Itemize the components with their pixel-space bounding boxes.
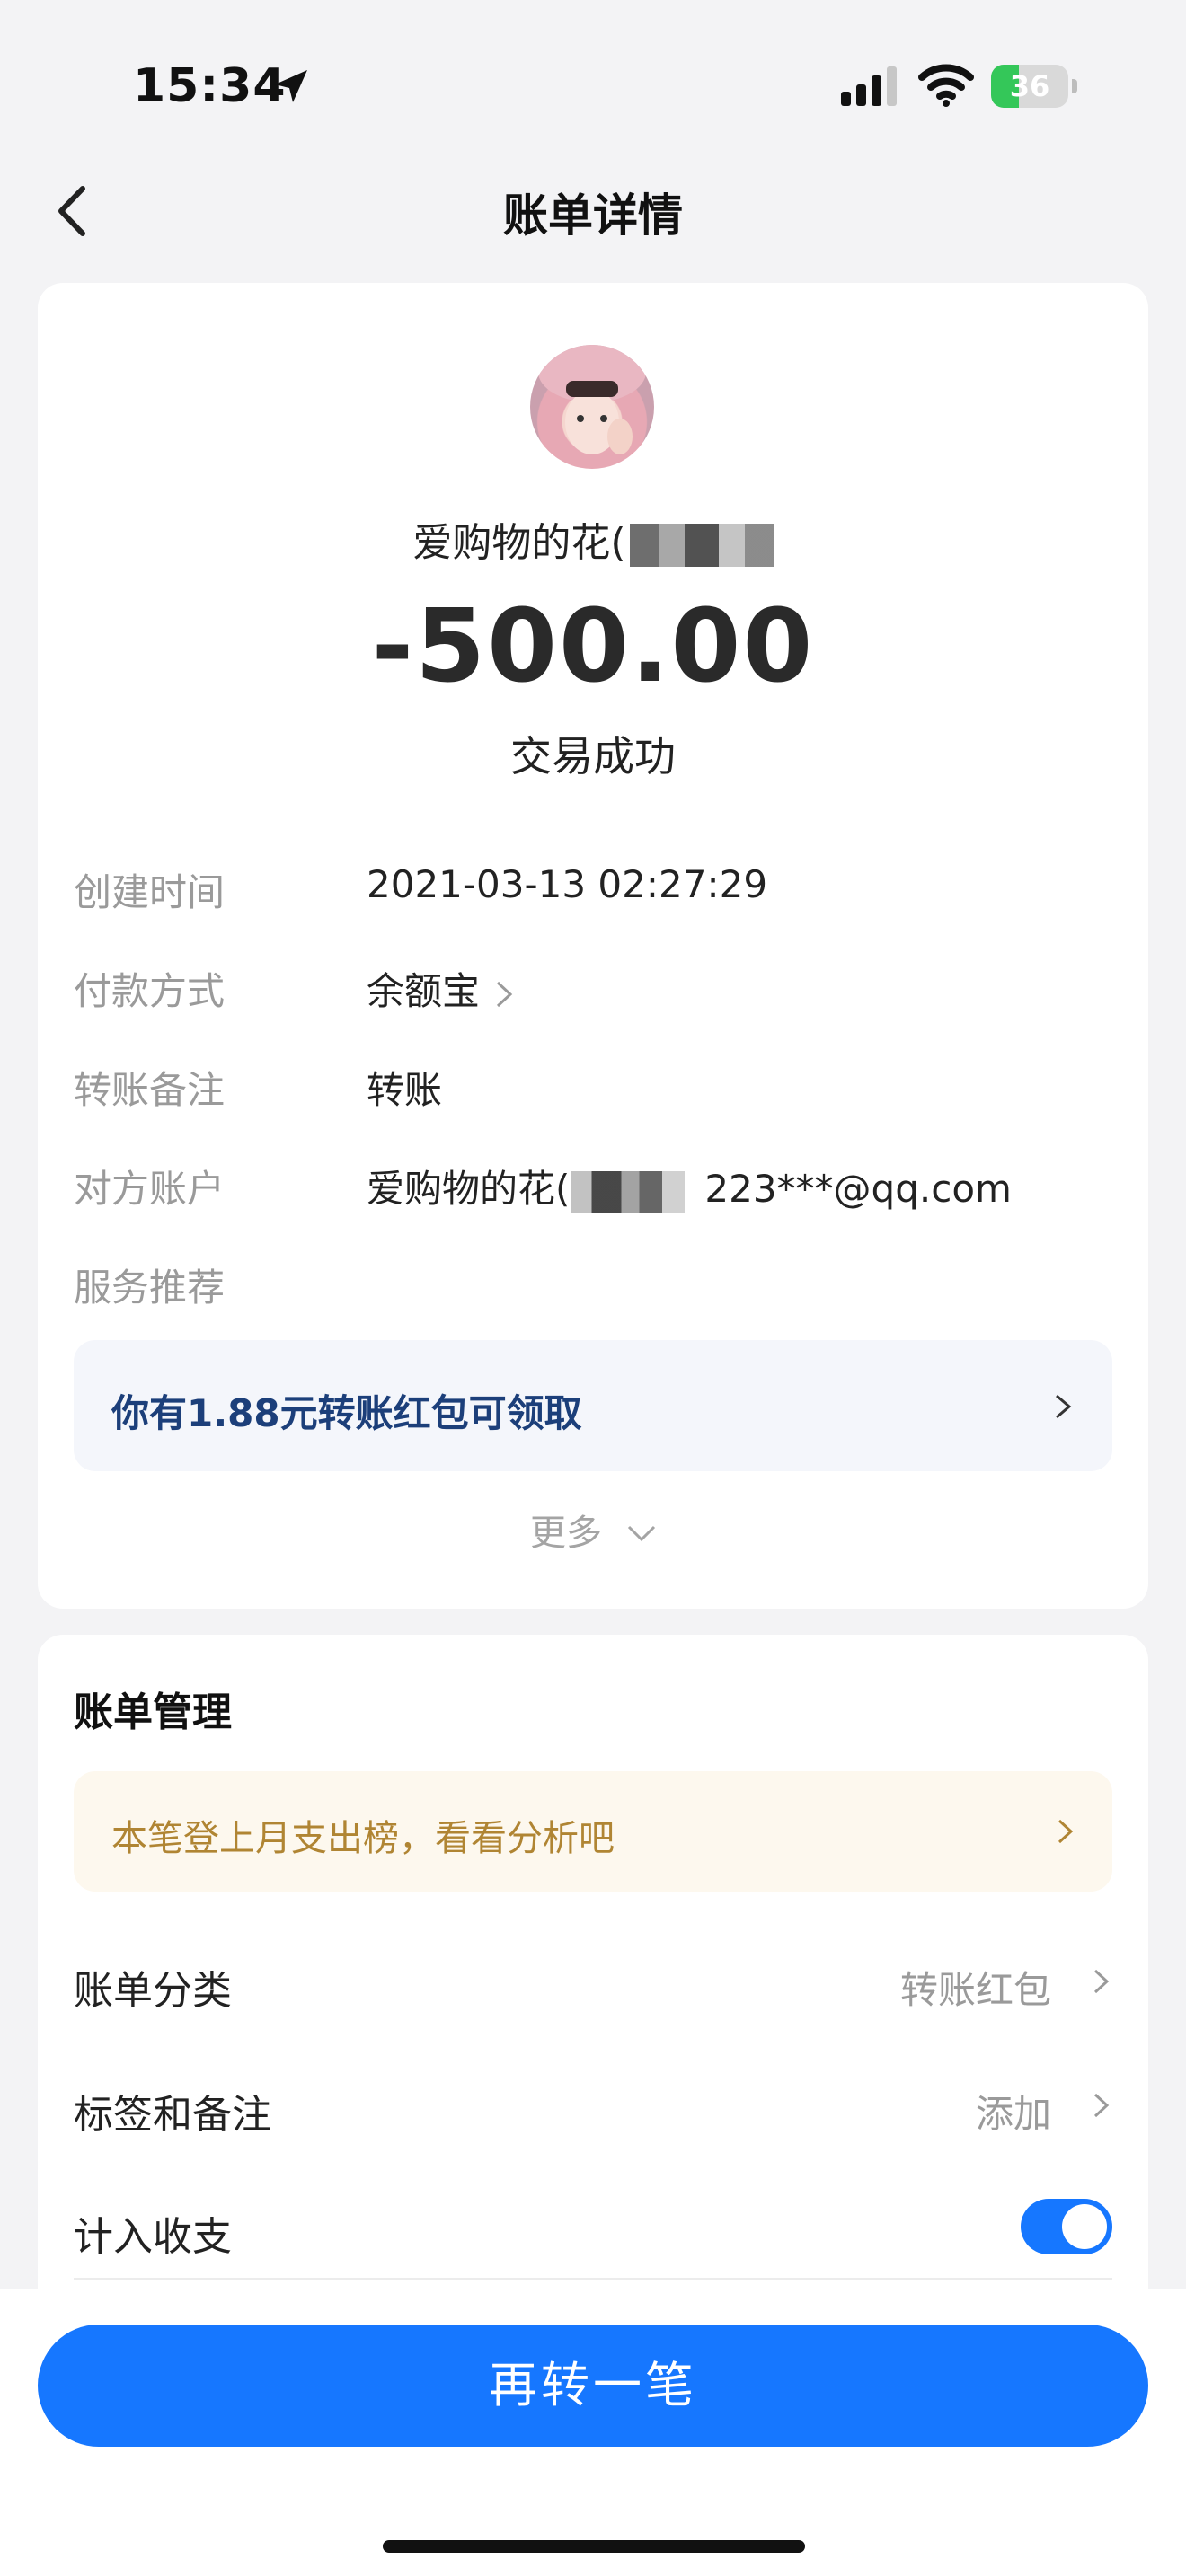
- detail-label-counterparty-account: 对方账户: [74, 1167, 226, 1211]
- tags-notes-value[interactable]: 添加: [976, 2084, 1051, 2139]
- promo-text: 你有1.88元转账红包可领取: [111, 1391, 582, 1435]
- detail-label-created-time: 创建时间: [74, 870, 226, 914]
- tags-notes-label: 标签和备注: [74, 2092, 271, 2138]
- detail-value-counterparty-account: 爱购物的花( 223***@qq.com: [367, 1159, 1012, 1213]
- location-arrow-icon: [275, 70, 307, 102]
- counterparty-name: 爱购物的花(: [412, 520, 626, 566]
- redacted-mosaic: [629, 524, 774, 567]
- bill-category-value[interactable]: 转账红包: [900, 1960, 1051, 2015]
- detail-value-payment-method[interactable]: 余额宝: [367, 961, 516, 1016]
- detail-label-remark: 转账备注: [74, 1068, 226, 1112]
- chevron-right-icon: [1093, 2093, 1110, 2118]
- more-label: 更多: [530, 1513, 602, 1554]
- chevron-down-icon: [627, 1525, 656, 1542]
- redacted-mosaic: [571, 1170, 686, 1213]
- chevron-right-icon: [496, 981, 513, 1007]
- page-title: 账单详情: [503, 190, 683, 242]
- avatar[interactable]: [530, 345, 654, 469]
- chevron-right-icon: [1058, 1819, 1074, 1844]
- chevron-right-icon: [1056, 1394, 1072, 1419]
- detail-label-payment-method: 付款方式: [74, 969, 226, 1013]
- cellular-signal-icon: [841, 66, 897, 106]
- account-email: 223***@qq.com: [704, 1167, 1012, 1211]
- detail-value-remark: 转账: [367, 1068, 443, 1112]
- battery-indicator: 36: [991, 65, 1079, 108]
- account-name: 爱购物的花(: [367, 1167, 571, 1211]
- bill-category-label: 账单分类: [74, 1968, 232, 2014]
- notice-text: 本笔登上月支出榜，看看分析吧: [111, 1818, 615, 1859]
- battery-percent: 36: [1009, 69, 1050, 103]
- transaction-status: 交易成功: [510, 732, 676, 781]
- toggle-knob: [1062, 2204, 1107, 2249]
- detail-label-service-recommend: 服务推荐: [74, 1266, 226, 1310]
- transfer-again-button[interactable]: 再转一笔: [38, 2325, 1148, 2447]
- include-in-balance-label: 计入收支: [74, 2214, 232, 2260]
- section-title: 账单管理: [74, 1689, 232, 1735]
- status-time: 15:34: [133, 59, 287, 113]
- chevron-right-icon: [1093, 1969, 1110, 1994]
- transaction-amount: -500.00: [371, 588, 815, 705]
- home-indicator: [383, 2540, 805, 2553]
- include-in-balance-toggle[interactable]: [1021, 2199, 1112, 2254]
- counterparty-name-row: 爱购物的花(: [0, 510, 1186, 568]
- detail-value-created-time: 2021-03-13 02:27:29: [367, 862, 768, 906]
- more-button[interactable]: 更多: [0, 1504, 1186, 1556]
- divider: [74, 2278, 1112, 2280]
- wifi-icon: [918, 64, 974, 107]
- payment-method-text: 余额宝: [367, 969, 481, 1013]
